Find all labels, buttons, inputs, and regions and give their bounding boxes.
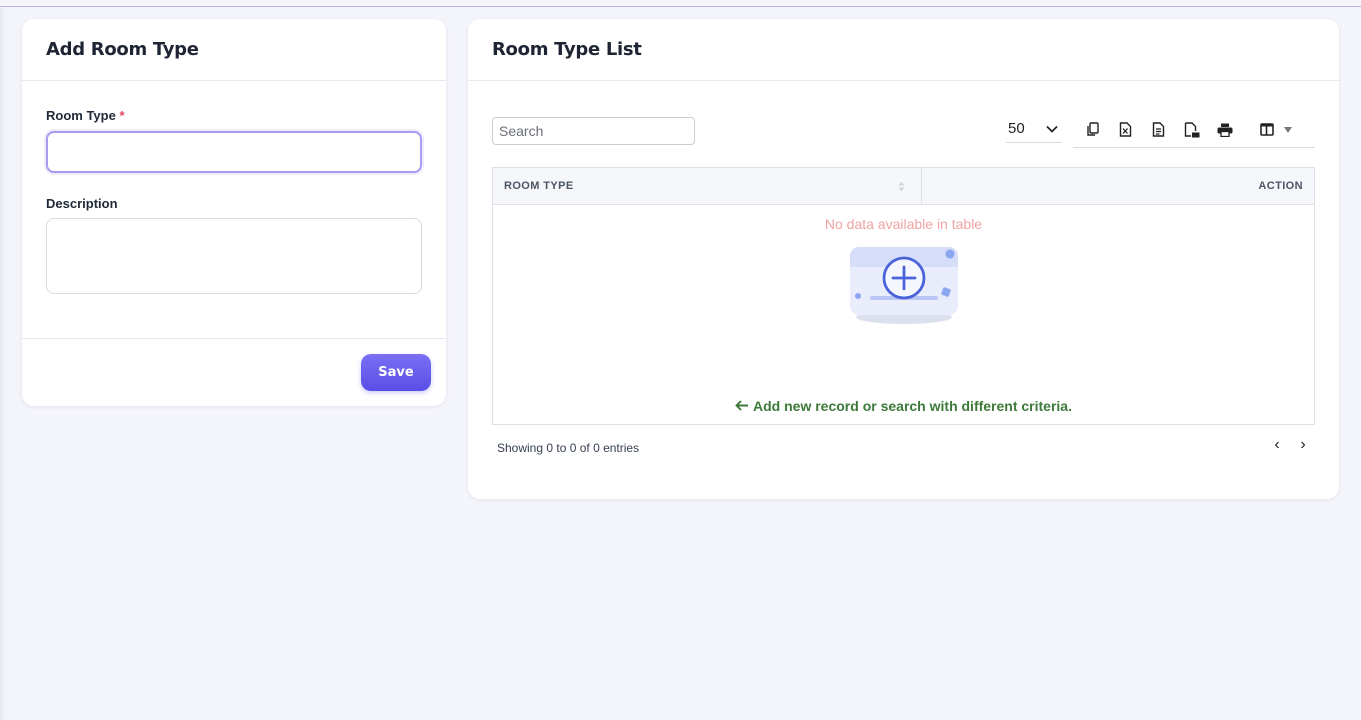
table-info: Showing 0 to 0 of 0 entries: [497, 441, 640, 455]
list-card-title: Room Type List: [492, 39, 642, 60]
next-page-button[interactable]: ›: [1295, 435, 1311, 455]
chevron-down-icon: [1046, 120, 1058, 137]
arrow-left-icon: [735, 400, 749, 411]
csv-icon: [1152, 122, 1165, 137]
page-size-value: 50: [1008, 120, 1025, 137]
empty-state-hint-text: Add new record or search with different …: [753, 398, 1072, 414]
column-header-action: ACTION: [922, 168, 1314, 204]
column-header-action-label: ACTION: [1258, 180, 1303, 192]
add-room-type-card: Add Room Type Room Type * Description Sa…: [22, 19, 446, 406]
footer-divider: [22, 338, 446, 339]
table-header: ROOM TYPE ACTION: [493, 168, 1314, 205]
caret-down-icon: [1284, 126, 1292, 133]
column-header-room-type-label: ROOM TYPE: [504, 180, 574, 192]
print-icon: [1217, 123, 1232, 137]
add-card-title: Add Room Type: [46, 39, 199, 60]
required-mark: *: [119, 108, 125, 123]
excel-button[interactable]: [1109, 115, 1142, 145]
excel-icon: [1119, 122, 1132, 137]
page-size-select[interactable]: 50: [1006, 115, 1062, 143]
description-label: Description: [46, 196, 118, 211]
export-toolbar: [1073, 112, 1315, 148]
empty-table-message: No data available in table: [824, 216, 983, 232]
room-type-list-card: Room Type List 50: [468, 19, 1339, 499]
search-input[interactable]: [492, 117, 695, 145]
copy-button[interactable]: [1076, 115, 1109, 145]
room-type-label-text: Room Type: [46, 108, 116, 123]
csv-button[interactable]: [1142, 115, 1175, 145]
list-card-header: Room Type List: [468, 19, 1339, 81]
add-card-header: Add Room Type: [22, 19, 446, 81]
room-type-table: ROOM TYPE ACTION No data available in ta…: [492, 167, 1315, 425]
room-type-input[interactable]: [46, 131, 422, 173]
column-visibility-button[interactable]: [1243, 115, 1309, 145]
empty-state-hint: Add new record or search with different …: [493, 398, 1314, 414]
room-type-label: Room Type *: [46, 108, 125, 123]
print-button[interactable]: [1208, 115, 1241, 145]
copy-icon: [1086, 122, 1099, 136]
top-border: [0, 0, 1361, 7]
pdf-icon: [1184, 121, 1199, 137]
column-header-room-type[interactable]: ROOM TYPE: [493, 168, 922, 204]
sidebar-edge: [0, 8, 6, 720]
empty-state-illustration: [850, 247, 958, 324]
save-button[interactable]: Save: [361, 354, 431, 391]
sort-icon: [898, 181, 905, 192]
columns-icon: [1260, 123, 1274, 136]
pdf-button[interactable]: [1175, 115, 1208, 145]
previous-page-button[interactable]: ‹: [1269, 435, 1285, 455]
description-textarea[interactable]: [46, 218, 422, 294]
